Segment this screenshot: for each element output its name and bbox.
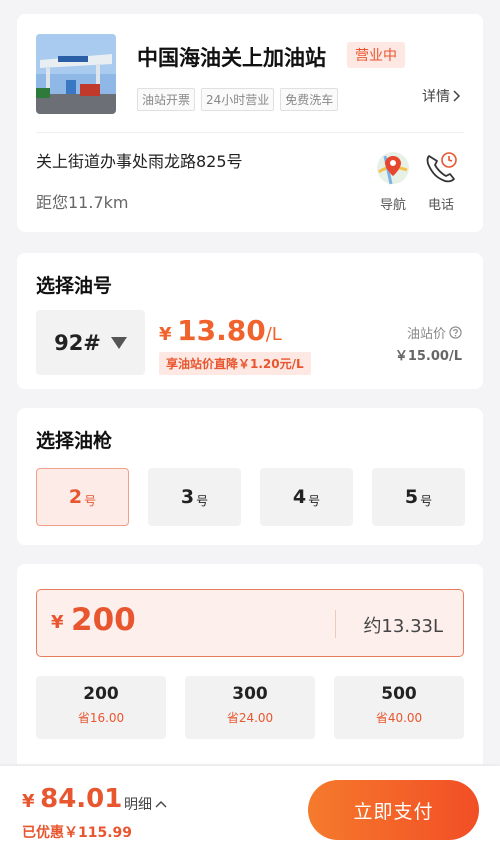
- gun-suffix: 号: [420, 493, 433, 508]
- oil-gun-card: 选择油枪 2号 3号 4号 5号: [17, 408, 483, 545]
- gun-suffix: 号: [308, 493, 321, 508]
- price-detail-label: 明细: [124, 797, 152, 813]
- price-unit: /L: [265, 324, 282, 345]
- discount-badge: 享油站价直降￥1.20元/L: [159, 352, 311, 375]
- gun-number: 5: [404, 486, 419, 508]
- gun-options: 2号 3号 4号 5号: [36, 468, 465, 526]
- preset-300[interactable]: 300 省24.00: [185, 676, 315, 739]
- pay-now-button[interactable]: 立即支付: [308, 780, 479, 840]
- gun-option-2[interactable]: 2号: [36, 468, 129, 526]
- amount-symbol: ¥: [51, 612, 64, 633]
- status-badge: 营业中: [347, 42, 405, 68]
- station-tags: 油站开票 24小时营业 免费洗车: [137, 88, 339, 111]
- amount-input[interactable]: ¥ 200 约13.33L: [36, 589, 464, 657]
- total-symbol: ¥: [22, 791, 35, 812]
- amount-presets: 200 省16.00 300 省24.00 500 省40.00: [36, 676, 464, 739]
- preset-saving: 省16.00: [77, 711, 125, 725]
- station-price-label[interactable]: 油站价: [407, 323, 462, 342]
- saved-amount: 已优惠￥115.99: [22, 825, 133, 841]
- call-button[interactable]: 电话: [421, 150, 461, 213]
- station-price-text: 油站价: [406, 327, 446, 342]
- station-tag: 油站开票: [137, 88, 196, 111]
- price-symbol: ¥: [159, 324, 172, 345]
- call-label: 电话: [427, 198, 454, 213]
- chevron-right-icon: [453, 90, 461, 102]
- preset-500[interactable]: 500 省40.00: [334, 676, 464, 739]
- preset-saving: 省24.00: [226, 711, 274, 725]
- divider: [36, 132, 464, 133]
- gun-number: 4: [292, 486, 307, 508]
- total-price: ¥ 84.01: [22, 784, 122, 814]
- phone-clock-icon: [426, 152, 457, 183]
- station-distance: 距您11.7km: [36, 193, 129, 212]
- gun-option-3[interactable]: 3号: [148, 468, 241, 526]
- preset-value: 300: [232, 684, 268, 704]
- detail-link[interactable]: 详情: [422, 86, 461, 106]
- station-photo: [36, 34, 116, 114]
- amount-separator: [335, 610, 336, 638]
- map-pin-icon: [377, 152, 409, 185]
- help-icon: [449, 326, 462, 339]
- preset-200[interactable]: 200 省16.00: [36, 676, 166, 739]
- station-address: 关上街道办事处雨龙路825号: [36, 152, 243, 171]
- amount-card: ¥ 200 约13.33L 200 省16.00 300 省24.00 500 …: [17, 564, 483, 764]
- oil-grade-selector[interactable]: 92#: [36, 310, 145, 375]
- total-value: 84.01: [40, 784, 123, 814]
- station-tag: 免费洗车: [280, 88, 339, 111]
- price-value: 13.80: [177, 314, 266, 347]
- oil-grade-card: 选择油号 92# ¥ 13.80/L 享油站价直降￥1.20元/L 油站价 ￥1…: [17, 253, 483, 389]
- price-detail-toggle[interactable]: 明细: [124, 794, 167, 814]
- amount-value: 200: [71, 602, 136, 638]
- liters-estimate: 约13.33L: [363, 616, 443, 637]
- gun-option-4[interactable]: 4号: [260, 468, 353, 526]
- station-tag: 24小时营业: [201, 88, 275, 111]
- gun-suffix: 号: [196, 493, 209, 508]
- gun-suffix: 号: [84, 493, 97, 508]
- station-card: 中国海油关上加油站 营业中 油站开票 24小时营业 免费洗车 详情 关上街道办事…: [17, 14, 483, 232]
- preset-saving: 省40.00: [375, 711, 423, 725]
- caret-down-icon: [110, 336, 127, 349]
- detail-label: 详情: [422, 89, 450, 105]
- preset-value: 500: [381, 684, 417, 704]
- chevron-up-icon: [155, 801, 167, 808]
- navigate-button[interactable]: 导航: [373, 150, 413, 213]
- checkout-bar: ¥ 84.01 明细 已优惠￥115.99 立即支付: [0, 766, 500, 846]
- oil-price: ¥ 13.80/L: [159, 314, 282, 347]
- oil-grade-value: 92#: [54, 330, 101, 355]
- station-price-value: ￥15.00/L: [394, 349, 462, 364]
- gun-number: 2: [68, 486, 83, 508]
- oil-section-title: 选择油号: [36, 275, 113, 297]
- preset-value: 200: [83, 684, 119, 704]
- gun-option-5[interactable]: 5号: [372, 468, 465, 526]
- gun-section-title: 选择油枪: [36, 430, 113, 452]
- station-name: 中国海油关上加油站: [137, 46, 326, 70]
- navigate-label: 导航: [379, 198, 406, 213]
- gun-number: 3: [180, 486, 195, 508]
